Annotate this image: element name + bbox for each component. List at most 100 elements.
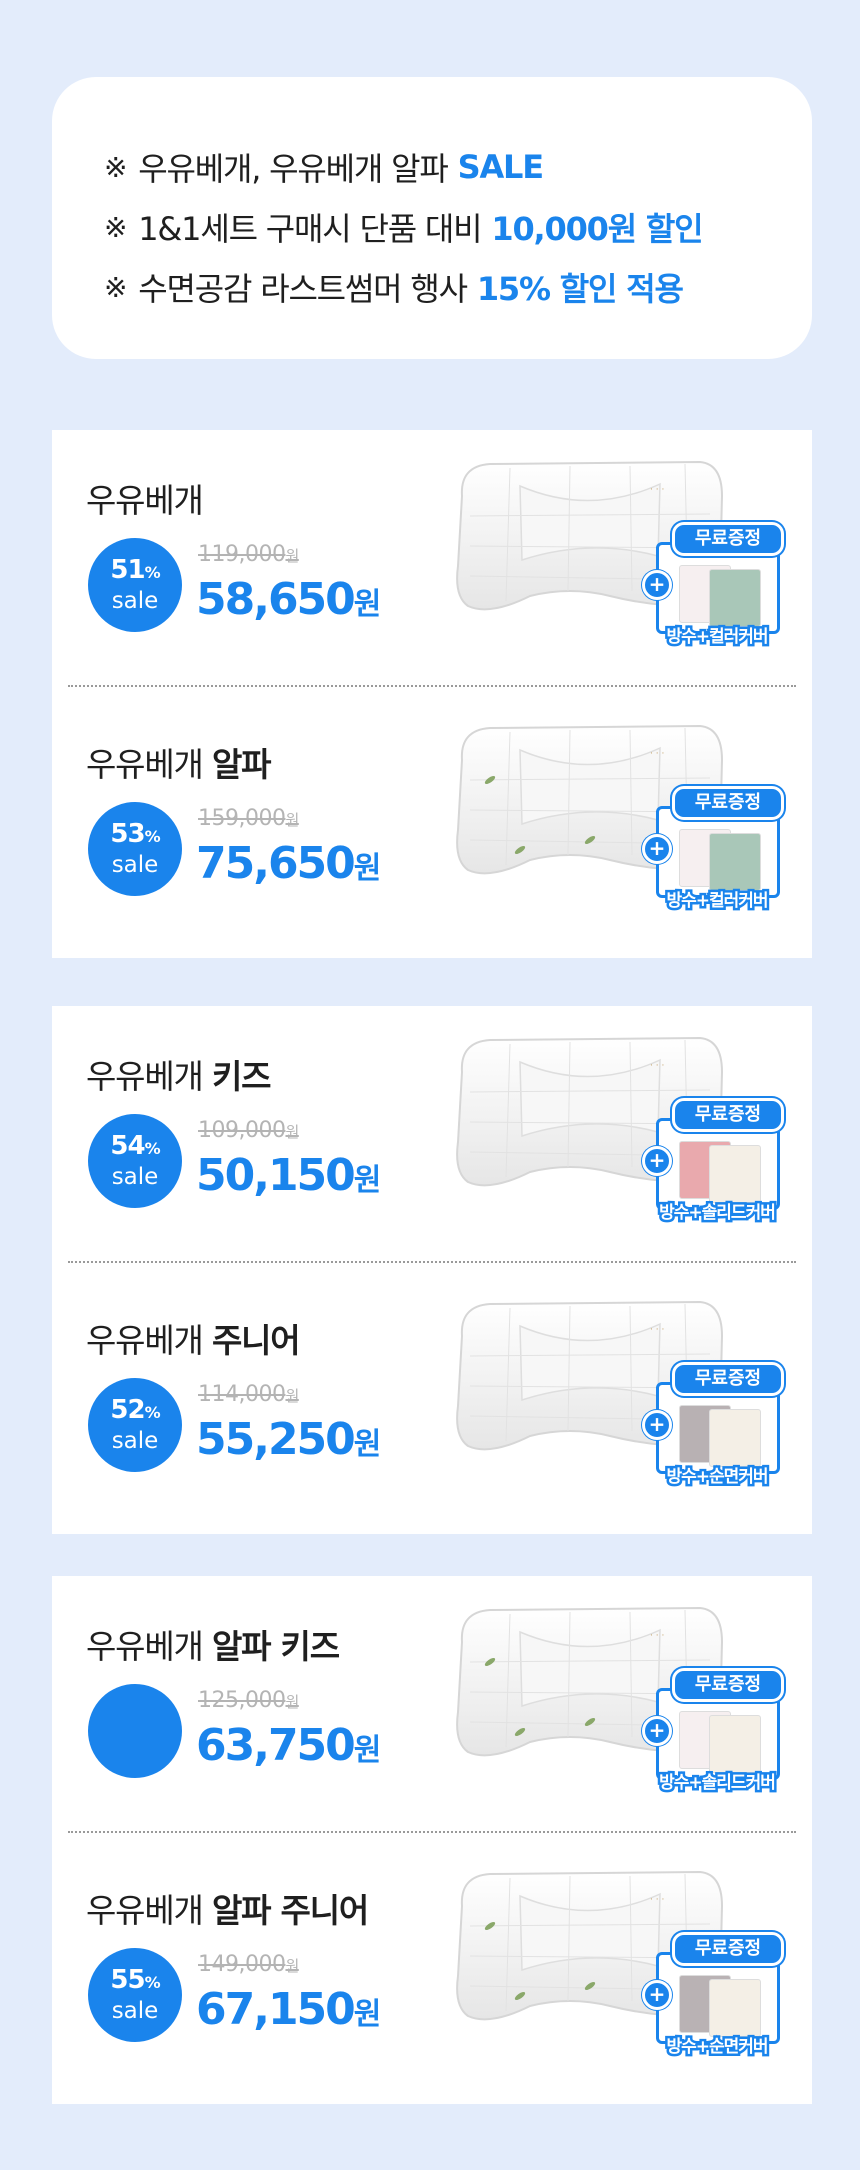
gift-caption: 방수+순면커버 [664, 1465, 771, 1490]
free-gift: 무료증정 + 방수+솔리드커버 [642, 1098, 792, 1233]
discount-badge: 51% sale [88, 538, 182, 632]
reference-mark: ※ [104, 210, 127, 244]
discount-percent: 54% [110, 1131, 160, 1161]
gift-cover-package [709, 1145, 761, 1203]
notice-text: 1&1세트 구매시 단품 대비 [138, 210, 482, 248]
gift-cover-package [709, 569, 761, 627]
free-gift: 무료증정 + 방수+솔리드커버 [642, 1668, 792, 1803]
gift-caption: 방수+컬러커버 [664, 889, 771, 914]
product-image: · · · 무료증정 + 방수+순면커버 [450, 1866, 784, 2060]
gift-caption: 방수+컬러커버 [664, 625, 771, 650]
svg-text:· · ·: · · · [650, 1895, 664, 1905]
gift-cover-package [709, 1715, 761, 1773]
notice-line: ※ 1&1세트 구매시 단품 대비 10,000원 할인 [104, 197, 812, 257]
sale-price: 67,150원 [196, 1984, 382, 2035]
sale-price: 50,150원 [196, 1150, 382, 1201]
sale-label: sale [111, 1998, 159, 2024]
product-item[interactable]: 우유베개 주니어 52% sale 114,000원 55,250원 · · ·… [52, 1270, 812, 1530]
product-image: · · · 무료증정 + 방수+컬러커버 [450, 720, 784, 914]
product-image: · · · 무료증정 + 방수+솔리드커버 [450, 1032, 784, 1226]
discount-badge: 53% sale [88, 802, 182, 896]
notice-highlight: 10,000원 할인 [491, 210, 703, 248]
product-card: 우유베개 알파 키즈 125,000원 63,750원 · · · 무료증정 +… [52, 1576, 812, 2104]
gift-cover-package [709, 833, 761, 891]
plus-icon: + [642, 834, 672, 864]
discount-badge [88, 1684, 182, 1778]
discount-percent: 51% [110, 555, 160, 585]
product-item[interactable]: 우유베개 알파 키즈 125,000원 63,750원 · · · 무료증정 +… [52, 1576, 812, 1836]
product-image: · · · 무료증정 + 방수+순면커버 [450, 1296, 784, 1490]
discount-badge: 55% sale [88, 1948, 182, 2042]
original-price: 114,000원 [198, 1382, 299, 1407]
free-gift-tag: 무료증정 [672, 1362, 784, 1396]
sale-price: 58,650원 [196, 574, 382, 625]
free-gift-tag: 무료증정 [672, 1098, 784, 1132]
original-price: 125,000원 [198, 1688, 299, 1713]
plus-icon: + [642, 570, 672, 600]
free-gift-tag: 무료증정 [672, 1668, 784, 1702]
plus-icon: + [642, 1410, 672, 1440]
svg-text:· · ·: · · · [650, 1631, 664, 1641]
product-item[interactable]: 우유베개 키즈 54% sale 109,000원 50,150원 · · · … [52, 1006, 812, 1266]
original-price: 119,000원 [198, 542, 299, 567]
product-name: 우유베개 키즈 [86, 1057, 271, 1096]
reference-mark: ※ [104, 150, 127, 184]
dotted-divider [68, 1831, 796, 1833]
svg-text:· · ·: · · · [650, 1061, 664, 1071]
notice-text: 수면공감 라스트썸머 행사 [138, 270, 468, 308]
free-gift-tag: 무료증정 [672, 786, 784, 820]
gift-cover-package [709, 1409, 761, 1467]
original-price: 109,000원 [198, 1118, 299, 1143]
product-image: · · · 무료증정 + 방수+솔리드커버 [450, 1602, 784, 1796]
product-item[interactable]: 우유베개 알파 53% sale 159,000원 75,650원 · · · … [52, 694, 812, 954]
gift-cover-package [709, 1979, 761, 2037]
sale-label: sale [111, 588, 159, 614]
discount-percent: 55% [110, 1965, 160, 1995]
svg-text:· · ·: · · · [650, 485, 664, 495]
notice-box: ※ 우유베개, 우유베개 알파 SALE ※ 1&1세트 구매시 단품 대비 1… [52, 77, 812, 359]
plus-icon: + [642, 1716, 672, 1746]
notice-line: ※ 우유베개, 우유베개 알파 SALE [104, 137, 812, 197]
original-price: 159,000원 [198, 806, 299, 831]
free-gift: 무료증정 + 방수+순면커버 [642, 1362, 792, 1497]
svg-text:· · ·: · · · [650, 749, 664, 759]
discount-percent: 53% [110, 819, 160, 849]
product-name: 우유베개 [86, 481, 204, 520]
gift-caption: 방수+솔리드커버 [657, 1771, 779, 1796]
product-name: 우유베개 알파 키즈 [86, 1627, 340, 1666]
sale-label: sale [111, 1164, 159, 1190]
free-gift: 무료증정 + 방수+순면커버 [642, 1932, 792, 2067]
gift-caption: 방수+솔리드커버 [657, 1201, 779, 1226]
sale-label: sale [111, 852, 159, 878]
free-gift: 무료증정 + 방수+컬러커버 [642, 522, 792, 657]
notice-text: 우유베개, 우유베개 알파 [138, 150, 449, 188]
free-gift: 무료증정 + 방수+컬러커버 [642, 786, 792, 921]
free-gift-tag: 무료증정 [672, 522, 784, 556]
product-name: 우유베개 알파 [86, 745, 271, 784]
product-image: · · · 무료증정 + 방수+컬러커버 [450, 456, 784, 650]
product-name: 우유베개 알파 주니어 [86, 1891, 369, 1930]
svg-text:· · ·: · · · [650, 1325, 664, 1335]
notice-highlight: SALE [457, 148, 544, 186]
sale-price: 75,650원 [196, 838, 382, 889]
dotted-divider [68, 1261, 796, 1263]
product-name: 우유베개 주니어 [86, 1321, 301, 1360]
discount-badge: 52% sale [88, 1378, 182, 1472]
gift-caption: 방수+순면커버 [664, 2035, 771, 2060]
notice-line: ※ 수면공감 라스트썸머 행사 15% 할인 적용 [104, 257, 812, 317]
product-item[interactable]: 우유베개 알파 주니어 55% sale 149,000원 67,150원 · … [52, 1840, 812, 2100]
sale-label: sale [111, 1428, 159, 1454]
product-item[interactable]: 우유베개 51% sale 119,000원 58,650원 · · · 무료증… [52, 430, 812, 690]
dotted-divider [68, 685, 796, 687]
discount-badge: 54% sale [88, 1114, 182, 1208]
original-price: 149,000원 [198, 1952, 299, 1977]
product-card: 우유베개 키즈 54% sale 109,000원 50,150원 · · · … [52, 1006, 812, 1534]
plus-icon: + [642, 1146, 672, 1176]
discount-percent: 52% [110, 1395, 160, 1425]
sale-price: 63,750원 [196, 1720, 382, 1771]
notice-highlight: 15% 할인 적용 [476, 270, 684, 308]
free-gift-tag: 무료증정 [672, 1932, 784, 1966]
plus-icon: + [642, 1980, 672, 2010]
product-card: 우유베개 51% sale 119,000원 58,650원 · · · 무료증… [52, 430, 812, 958]
sale-price: 55,250원 [196, 1414, 382, 1465]
